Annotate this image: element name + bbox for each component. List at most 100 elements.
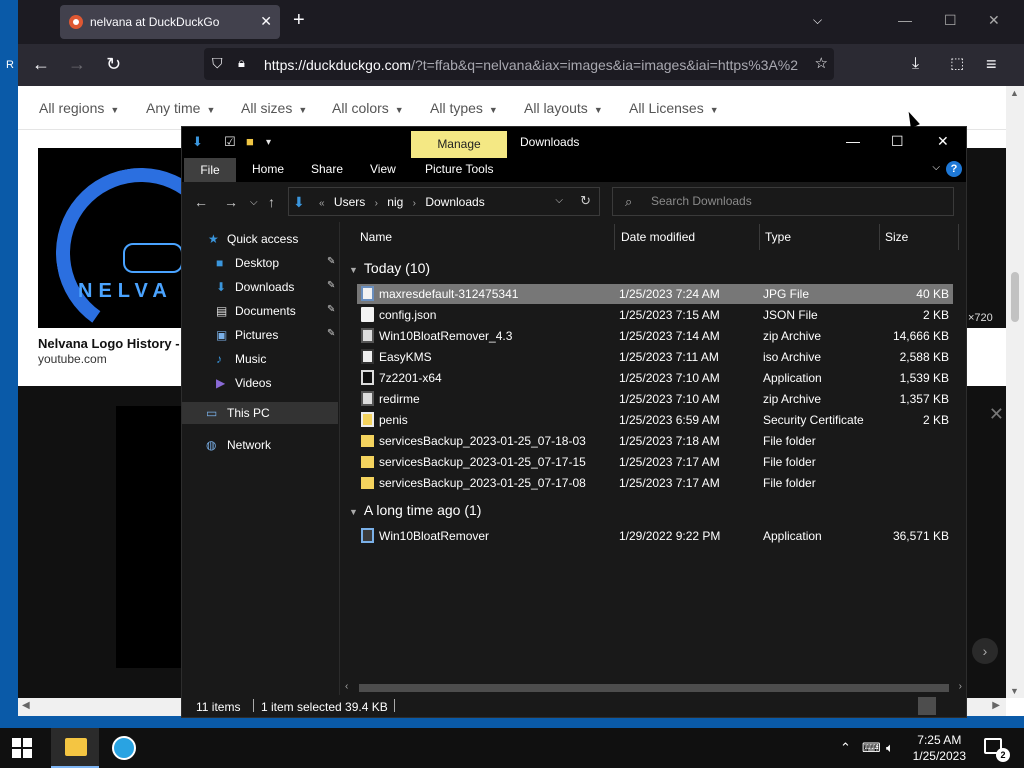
column-name[interactable]: Name bbox=[360, 230, 392, 244]
file-row[interactable]: penis 1/25/2023 6:59 AM Security Certifica… bbox=[357, 410, 953, 430]
filter-time[interactable]: Any time ▼ bbox=[146, 100, 215, 116]
list-all-tabs-icon[interactable]: ⌵ bbox=[813, 13, 822, 28]
explorer-minimize-icon[interactable]: — bbox=[846, 133, 860, 149]
filter-regions[interactable]: All regions ▼ bbox=[39, 100, 119, 116]
file-row[interactable]: servicesBackup_2023-01-25_07-18-03 1/25/2… bbox=[357, 431, 953, 451]
page-vertical-scrollbar[interactable]: ▲ ▼ bbox=[1006, 86, 1024, 698]
properties-icon[interactable]: ☑ bbox=[224, 134, 236, 150]
scroll-right-icon[interactable]: › bbox=[959, 681, 962, 692]
new-folder-icon[interactable]: ■ bbox=[246, 134, 254, 149]
large-icons-view-icon[interactable] bbox=[942, 697, 960, 715]
file-row[interactable]: servicesBackup_2023-01-25_07-17-08 1/25/2… bbox=[357, 473, 953, 493]
taskbar-file-explorer[interactable] bbox=[51, 728, 99, 768]
scroll-left-icon[interactable]: ‹ bbox=[345, 681, 348, 692]
explorer-horizontal-scrollbar[interactable]: ‹ › bbox=[341, 681, 966, 695]
taskbar-browser[interactable] bbox=[99, 728, 147, 768]
tab-picture-tools[interactable]: Picture Tools bbox=[425, 162, 493, 176]
new-tab-icon[interactable]: + bbox=[293, 10, 305, 30]
back-arrow-icon[interactable]: ← bbox=[32, 54, 50, 74]
pin-icon[interactable]: ✎ bbox=[327, 328, 335, 339]
nav-this-pc[interactable]: ▭ This PC bbox=[182, 402, 338, 424]
nav-desktop[interactable]: ■ Desktop ✎ bbox=[182, 252, 338, 274]
manage-tab[interactable]: Manage bbox=[411, 131, 507, 158]
scroll-right-icon[interactable]: ▶ bbox=[992, 700, 1000, 711]
nav-network[interactable]: ◍ Network bbox=[182, 434, 338, 456]
explorer-forward-icon[interactable]: → bbox=[224, 194, 238, 210]
tray-overflow-icon[interactable]: ⌃ bbox=[840, 740, 851, 756]
url-bar[interactable]: ⛉ 🔒︎ https://duckduckgo.com/?t=ffab&q=ne… bbox=[204, 48, 834, 80]
lock-icon[interactable]: 🔒︎ bbox=[238, 55, 245, 71]
column-divider[interactable] bbox=[759, 224, 760, 250]
ribbon-expand-icon[interactable]: ⌵ bbox=[932, 162, 940, 173]
browser-tab[interactable]: nelvana at DuckDuckGo ✕ bbox=[60, 5, 280, 39]
details-view-icon[interactable] bbox=[918, 697, 936, 715]
filter-licenses[interactable]: All Licenses ▼ bbox=[629, 100, 719, 116]
group-today[interactable]: ▼ Today (10) bbox=[349, 260, 430, 276]
address-bar[interactable]: ⬇ « Users › nig › Downloads ⌵ ↻ bbox=[288, 187, 600, 216]
nav-documents[interactable]: ▤ Documents ✎ bbox=[182, 300, 338, 322]
breadcrumb-nig[interactable]: nig bbox=[387, 195, 403, 209]
tab-share[interactable]: Share bbox=[311, 162, 343, 176]
filter-types[interactable]: All types ▼ bbox=[430, 100, 498, 116]
nav-music[interactable]: ♪ Music bbox=[182, 348, 338, 370]
file-row[interactable]: EasyKMS 1/25/2023 7:11 AM iso Archive 2,588… bbox=[357, 347, 953, 367]
result-thumbnail-2[interactable]: ×720 bbox=[964, 148, 1006, 328]
next-image-icon[interactable]: › bbox=[972, 638, 998, 664]
file-row[interactable]: config.json 1/25/2023 7:15 AM JSON File 2 K… bbox=[357, 305, 953, 325]
reload-icon[interactable]: ↻ bbox=[106, 54, 121, 74]
pin-icon[interactable]: ✎ bbox=[327, 280, 335, 291]
column-divider[interactable] bbox=[614, 224, 615, 250]
breadcrumb-users[interactable]: Users bbox=[334, 195, 365, 209]
group-long-ago[interactable]: ▼ A long time ago (1) bbox=[349, 502, 481, 518]
forward-arrow-icon[interactable]: → bbox=[68, 54, 86, 74]
bookmark-star-icon[interactable]: ☆ bbox=[815, 54, 828, 72]
extensions-icon[interactable]: ⬚ bbox=[950, 54, 964, 74]
tab-view[interactable]: View bbox=[370, 162, 396, 176]
browser-close-icon[interactable]: ✕ bbox=[988, 12, 1000, 29]
browser-minimize-icon[interactable]: — bbox=[898, 12, 912, 28]
column-date[interactable]: Date modified bbox=[621, 230, 695, 244]
tab-file[interactable]: File bbox=[184, 158, 236, 182]
browser-maximize-icon[interactable]: ☐ bbox=[944, 12, 957, 29]
nav-pictures[interactable]: ▣ Pictures ✎ bbox=[182, 324, 338, 346]
file-row[interactable]: redirme 1/25/2023 7:10 AM zip Archive 1,357… bbox=[357, 389, 953, 409]
scroll-left-icon[interactable]: ◀ bbox=[22, 700, 30, 711]
nav-videos[interactable]: ▶ Videos bbox=[182, 372, 338, 394]
explorer-close-icon[interactable]: ✕ bbox=[937, 133, 949, 150]
file-row[interactable]: servicesBackup_2023-01-25_07-17-15 1/25/2… bbox=[357, 452, 953, 472]
panel-close-icon[interactable]: ✕ bbox=[989, 404, 1004, 425]
file-row[interactable]: Win10BloatRemover_4.3 1/25/2023 7:14 AM zi… bbox=[357, 326, 953, 346]
nav-downloads[interactable]: ⬇ Downloads ✎ bbox=[182, 276, 338, 298]
pin-icon[interactable]: ✎ bbox=[327, 256, 335, 267]
help-icon[interactable]: ? bbox=[946, 161, 962, 177]
windows-start-icon[interactable] bbox=[12, 738, 32, 758]
up-folder-icon[interactable]: ↑ bbox=[268, 194, 275, 210]
explorer-back-icon[interactable]: ← bbox=[194, 194, 208, 210]
pin-icon[interactable]: ✎ bbox=[327, 304, 335, 315]
tab-close-icon[interactable]: ✕ bbox=[260, 13, 272, 30]
filter-sizes[interactable]: All sizes ▼ bbox=[241, 100, 307, 116]
search-box[interactable]: ⌕ bbox=[612, 187, 954, 216]
file-row[interactable]: 7z2201-x64 1/25/2023 7:10 AM Application 1,… bbox=[357, 368, 953, 388]
result-title[interactable]: Nelvana Logo History - Y bbox=[38, 336, 192, 351]
scroll-thumb[interactable] bbox=[1011, 272, 1019, 322]
downloads-icon[interactable]: ⤓ bbox=[912, 54, 919, 74]
qat-dropdown-icon[interactable]: ▾ bbox=[266, 137, 271, 148]
refresh-icon[interactable]: ↻ bbox=[580, 193, 591, 209]
search-input[interactable] bbox=[651, 194, 941, 208]
network-tray-icon[interactable]: ⌨ bbox=[862, 740, 881, 756]
recent-locations-icon[interactable]: ⌵ bbox=[250, 197, 258, 208]
explorer-maximize-icon[interactable]: ☐ bbox=[891, 133, 904, 150]
scroll-thumb[interactable] bbox=[359, 684, 949, 692]
result-thumbnail[interactable]: NELVA bbox=[38, 148, 188, 328]
column-type[interactable]: Type bbox=[765, 230, 791, 244]
address-dropdown-icon[interactable]: ⌵ bbox=[555, 195, 563, 206]
nav-quick-access[interactable]: ★ Quick access bbox=[182, 228, 338, 250]
tracking-shield-icon[interactable]: ⛉ bbox=[212, 55, 223, 72]
column-divider[interactable] bbox=[879, 224, 880, 250]
filter-layouts[interactable]: All layouts ▼ bbox=[524, 100, 603, 116]
column-divider[interactable] bbox=[958, 224, 959, 250]
scroll-up-icon[interactable]: ▲ bbox=[1010, 88, 1019, 98]
tab-home[interactable]: Home bbox=[252, 162, 284, 176]
menu-hamburger-icon[interactable]: ≡ bbox=[986, 54, 997, 74]
